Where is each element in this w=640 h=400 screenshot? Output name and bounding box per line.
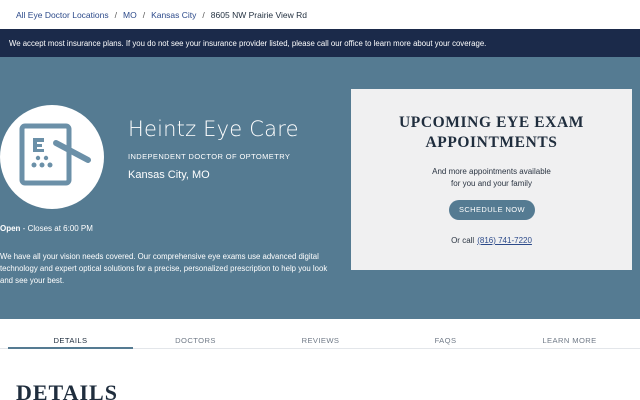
breadcrumb-all-locations[interactable]: All Eye Doctor Locations [16,10,109,20]
breadcrumb-current: 8605 NW Prairie View Rd [210,9,308,20]
clinic-city: Kansas City, MO [128,169,210,181]
section-tabs: DETAILS DOCTORS REVIEWS FAQS LEARN MORE [0,333,640,349]
insurance-banner: We accept most insurance plans. If you d… [0,29,640,57]
clinic-subtitle: INDEPENDENT DOCTOR OF OPTOMETRY [128,152,291,161]
eye-chart-icon [19,123,91,186]
details-heading: DETAILS [16,380,118,400]
appointments-line-2: for you and your family [451,179,532,188]
open-status: Open [0,224,21,233]
phone-link[interactable]: (816) 741-7220 [477,236,532,245]
call-prefix: Or call [451,236,475,245]
schedule-now-button[interactable]: SCHEDULE NOW [449,200,535,220]
clinic-name: Heintz Eye Care [128,117,299,141]
tab-faqs[interactable]: FAQS [383,333,508,349]
breadcrumb-separator: / [142,9,146,20]
breadcrumb-state[interactable]: MO [123,10,137,20]
breadcrumb-city[interactable]: Kansas City [151,10,196,20]
appointments-line-1: And more appointments available [432,167,551,176]
breadcrumb-separator: / [202,9,205,20]
appointments-card: UPCOMING EYE EXAM APPOINTMENTS And more … [351,89,632,270]
appointments-text: And more appointments available for you … [351,166,632,190]
clinic-hero: Heintz Eye Care INDEPENDENT DOCTOR OF OP… [0,57,640,319]
call-line: Or call (816) 741-7220 [351,236,632,245]
breadcrumb-separator: / [114,9,117,20]
insurance-banner-text: We accept most insurance plans. If you d… [9,38,487,48]
clinic-description: We have all your vision needs covered. O… [0,252,328,285]
clinic-logo [0,105,104,209]
tab-reviews[interactable]: REVIEWS [258,333,383,349]
clinic-hours: Open - Closes at 6:00 PM [0,224,93,233]
tab-details[interactable]: DETAILS [8,333,133,349]
appointments-title: UPCOMING EYE EXAM APPOINTMENTS [399,114,584,151]
closing-time: - Closes at 6:00 PM [20,224,93,233]
tab-doctors[interactable]: DOCTORS [133,333,258,349]
breadcrumb: All Eye Doctor Locations / MO / Kansas C… [0,0,640,29]
tab-learn-more[interactable]: LEARN MORE [507,333,632,349]
